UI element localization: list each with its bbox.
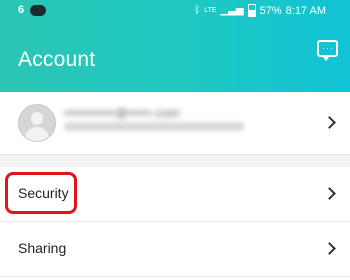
notification-icon xyxy=(30,4,47,16)
menu-item-sharing[interactable]: Sharing xyxy=(0,222,350,277)
status-bar: 6 ᛒ LTE ▁▃▅ 57% 8:17 AM xyxy=(0,0,350,22)
chat-bubble-icon[interactable]: ··· xyxy=(317,40,338,61)
menu-item-label: Sharing xyxy=(18,240,67,256)
clock: 8:17 AM xyxy=(285,4,326,17)
bluetooth-icon: ᛒ xyxy=(194,5,201,16)
battery-icon xyxy=(247,4,256,17)
chevron-right-icon xyxy=(323,187,336,200)
signal-icon: ▁▃▅ xyxy=(220,5,244,16)
status-left-number: 6 xyxy=(18,4,25,16)
security-highlight-box xyxy=(5,172,77,214)
page-title: Account xyxy=(18,48,96,71)
chevron-right-icon xyxy=(323,116,336,129)
avatar xyxy=(18,104,56,142)
profile-email: •••••••••••@•••••.com xyxy=(64,106,180,120)
battery-percent: 57% xyxy=(259,4,282,17)
section-divider xyxy=(0,155,350,167)
profile-row[interactable]: •••••••••••@•••••.com xyxy=(0,92,350,155)
account-header: 6 ᛒ LTE ▁▃▅ 57% 8:17 AM Account ··· xyxy=(0,0,350,92)
chevron-right-icon xyxy=(323,242,336,255)
lte-icon: LTE xyxy=(204,7,217,14)
profile-email-redaction xyxy=(64,122,244,131)
